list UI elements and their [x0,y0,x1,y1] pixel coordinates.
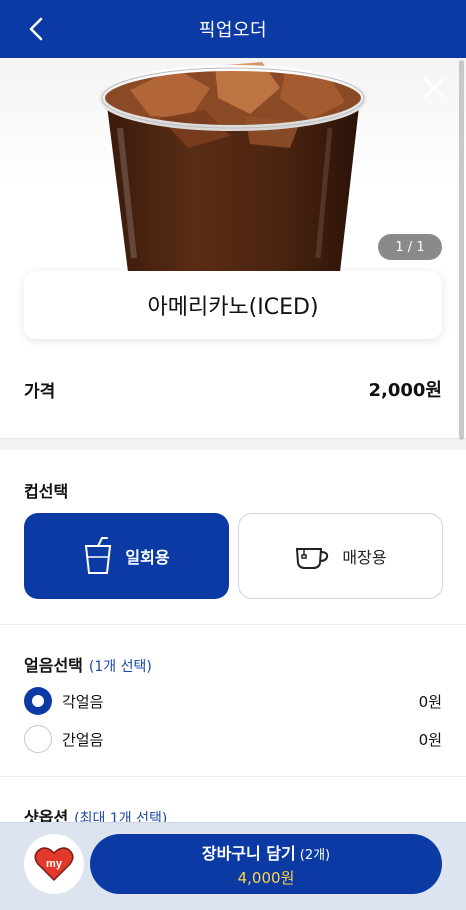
cart-label: 장바구니 담기 [201,844,296,863]
radio-unselected[interactable] [24,725,52,753]
section-gap [0,438,466,450]
ice-option-price: 0원 [418,692,442,711]
svg-text:my: my [46,858,63,870]
close-button[interactable] [420,74,448,102]
disposable-cup-icon [85,537,112,574]
scrollbar[interactable] [459,60,464,440]
close-icon [423,77,445,99]
pickup-order-screen: 픽업오더 1 / 1 아메리카노(ICED) 가격 2,000원 컵선택 일회용… [0,0,466,910]
heart-my-icon: my [34,847,74,882]
my-button[interactable]: my [24,834,84,894]
ice-section-title: 얼음선택 (1개 선택) [24,652,152,676]
ice-option-cube[interactable]: 각얼음 0원 [24,686,442,716]
cup-section-title: 컵선택 [24,478,68,502]
divider [0,624,466,625]
cart-total: 4,000원 [237,869,295,887]
back-button[interactable] [22,14,52,44]
product-name: 아메리카노(ICED) [147,295,319,320]
divider [0,776,466,777]
cart-count: (2개) [299,848,331,863]
ice-option-price: 0원 [418,730,442,749]
top-header: 픽업오더 [0,0,466,58]
cup-option-label: 일회용 [125,548,170,567]
cup-option-store[interactable]: 매장용 [238,513,443,599]
ice-option-label: 각얼음 [62,692,104,711]
product-name-card: 아메리카노(ICED) [24,271,442,339]
ice-title: 얼음선택 [24,656,83,675]
ice-hint: (1개 선택) [88,659,152,675]
ice-option-crushed[interactable]: 간얼음 0원 [24,724,442,754]
chevron-left-icon [29,17,43,41]
cup-option-disposable[interactable]: 일회용 [24,513,229,599]
add-to-cart-button[interactable]: 장바구니 담기 (2개) 4,000원 [90,834,442,894]
ice-option-label: 간얼음 [62,730,104,749]
price-row: 가격 2,000원 [24,376,442,402]
bottom-action-bar: my 장바구니 담기 (2개) 4,000원 [0,822,466,910]
radio-selected[interactable] [24,687,52,715]
mug-icon [296,548,329,569]
cup-option-label: 매장용 [342,548,387,567]
page-title: 픽업오더 [198,20,268,41]
price-value: 2,000원 [368,380,443,401]
cup-title: 컵선택 [24,482,69,501]
price-label: 가격 [24,381,56,402]
image-counter: 1 / 1 [378,234,442,260]
